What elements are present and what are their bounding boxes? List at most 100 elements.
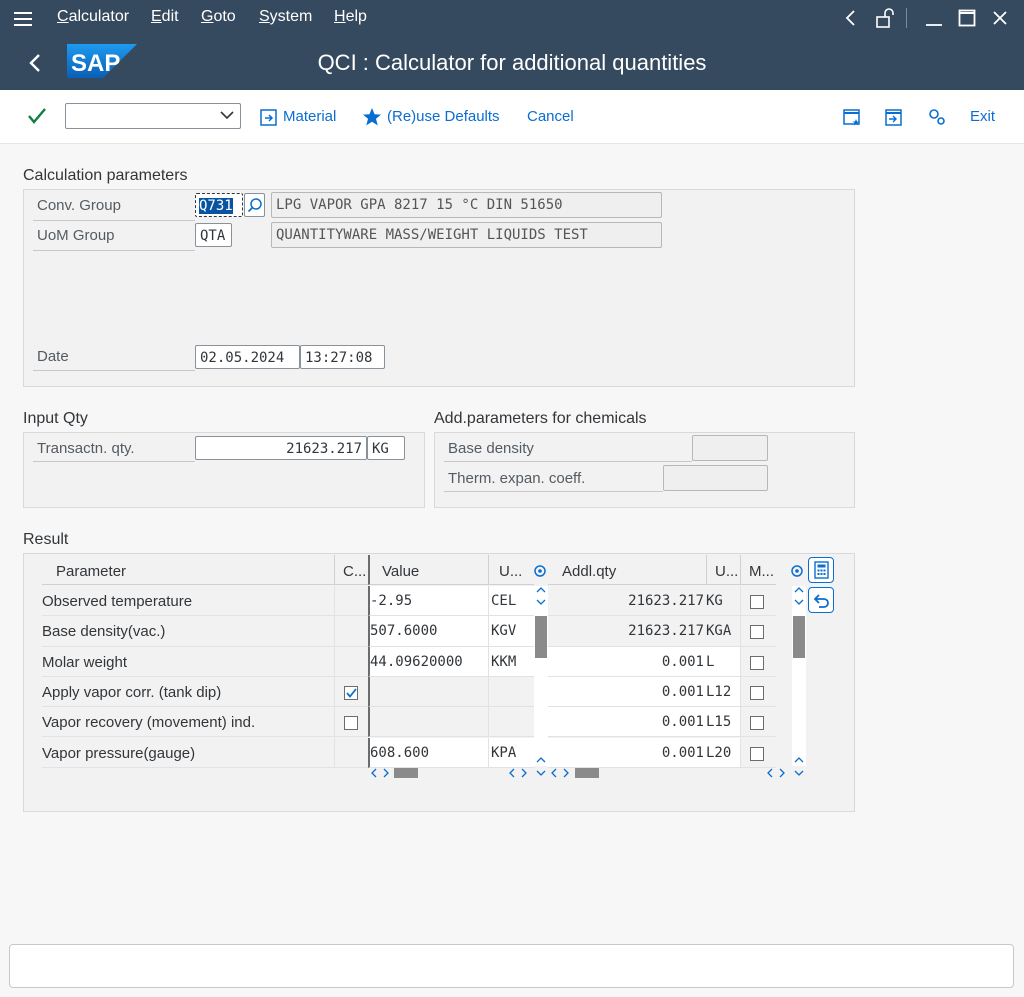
hamburger-menu-icon[interactable] <box>14 8 32 30</box>
value-help-button[interactable] <box>244 193 265 217</box>
date-input[interactable]: 02.05.2024 <box>195 345 300 369</box>
menu-goto[interactable]: Goto <box>201 8 236 26</box>
scroll-left-right-icon[interactable] <box>766 767 788 779</box>
uom-group-label: UoM Group <box>37 227 115 244</box>
time-input[interactable]: 13:27:08 <box>300 345 385 369</box>
value-cell[interactable]: -2.95 <box>368 586 488 617</box>
column-header-unit[interactable]: U... <box>488 555 534 585</box>
calculate-button[interactable] <box>808 557 834 583</box>
new-window-icon[interactable] <box>842 108 862 128</box>
chevron-down-icon[interactable] <box>220 110 234 120</box>
maximize-icon[interactable] <box>957 8 977 28</box>
window-transfer-icon[interactable] <box>884 108 904 128</box>
unit-cell: CEL <box>488 586 534 617</box>
settings-icon[interactable] <box>927 107 947 127</box>
cancel-button[interactable]: Cancel <box>527 108 574 125</box>
value-cell <box>368 676 488 708</box>
chevron-left-icon[interactable] <box>843 9 859 27</box>
table-settings-icon[interactable] <box>789 563 805 579</box>
checkbox[interactable] <box>750 716 764 731</box>
checkbox[interactable] <box>750 625 764 640</box>
column-header-value[interactable]: Value <box>368 555 488 585</box>
column-header-unit[interactable]: U... <box>706 555 740 585</box>
parameter-cell: Molar weight <box>42 646 334 677</box>
unit-cell <box>488 707 534 738</box>
menu-help[interactable]: Help <box>334 8 367 26</box>
value-cell[interactable]: 507.6000 <box>368 616 488 647</box>
scroll-top-icon[interactable] <box>536 754 546 766</box>
page-title: QCI : Calculator for additional quantiti… <box>317 50 707 75</box>
star-icon[interactable] <box>362 107 382 127</box>
checkmark-icon[interactable] <box>27 107 47 125</box>
scroll-bottom-icon[interactable] <box>535 767 547 779</box>
menu-calculator[interactable]: Calculator <box>57 8 129 26</box>
base-density-label: Base density <box>448 440 534 457</box>
checkbox[interactable] <box>750 685 764 700</box>
conv-group-input[interactable]: Q731 <box>195 193 243 217</box>
value-cell[interactable]: 44.09620000 <box>368 646 488 677</box>
therm-expansion-label: Therm. expan. coeff. <box>448 470 586 487</box>
table-settings-icon[interactable] <box>532 563 548 579</box>
column-header-parameter[interactable]: Parameter <box>42 555 334 585</box>
horizontal-scrollbar[interactable] <box>548 766 806 780</box>
command-field[interactable] <box>65 103 241 129</box>
vertical-scrollbar[interactable] <box>534 586 548 766</box>
material-button[interactable]: Material <box>283 108 336 125</box>
material-icon[interactable] <box>259 108 279 128</box>
checkbox[interactable] <box>750 595 764 609</box>
menu-edit[interactable]: Edit <box>151 8 179 26</box>
column-header-addl-qty[interactable]: Addl.qty <box>548 555 706 585</box>
scroll-up-icon[interactable] <box>794 586 804 608</box>
search-icon <box>247 198 262 213</box>
reuse-defaults-button[interactable]: (Re)use Defaults <box>387 108 500 125</box>
scroll-top-icon[interactable] <box>794 754 804 766</box>
table-row: 21623.217 KG <box>548 586 806 617</box>
minimize-icon[interactable] <box>924 8 944 28</box>
table-row: 0.001 L <box>548 646 806 677</box>
scroll-bottom-icon[interactable] <box>793 767 805 779</box>
scrollbar-thumb[interactable] <box>535 616 547 658</box>
undo-button[interactable] <box>808 587 834 613</box>
table-row: 0.001 L12 <box>548 676 806 708</box>
column-header-m[interactable]: M... <box>740 555 776 585</box>
close-icon[interactable] <box>990 8 1010 28</box>
addl-qty-cell: 0.001 <box>548 737 706 768</box>
table-row: Vapor recovery (movement) ind. <box>42 707 548 738</box>
horizontal-scrollbar[interactable] <box>42 766 548 780</box>
checkbox[interactable] <box>750 655 764 670</box>
transaction-qty-label: Transactn. qty. <box>37 440 135 457</box>
value-cell[interactable]: 608.600 <box>368 737 488 768</box>
checkbox[interactable] <box>750 746 764 761</box>
check-cell <box>334 586 368 617</box>
table-row: Vapor pressure(gauge) 608.600 KPA <box>42 737 548 768</box>
additional-quantities-table: Addl.qty U... M... 21623.217 KG 21623.21… <box>548 555 806 780</box>
uom-group-input[interactable]: QTA <box>195 223 232 247</box>
scroll-up-icon[interactable] <box>536 586 546 608</box>
scrollbar-thumb[interactable] <box>793 616 805 658</box>
vertical-scrollbar[interactable] <box>792 586 806 766</box>
parameter-cell: Base density(vac.) <box>42 616 334 647</box>
therm-expansion-input[interactable] <box>663 465 768 491</box>
unit-cell: KGV <box>488 616 534 647</box>
checkbox[interactable] <box>344 716 358 731</box>
transaction-qty-input[interactable]: 21623.217 <box>195 436 367 460</box>
scroll-left-right-icon[interactable] <box>370 767 392 779</box>
scrollbar-thumb[interactable] <box>394 768 418 778</box>
scroll-left-right-icon[interactable] <box>508 767 530 779</box>
exit-button[interactable]: Exit <box>970 108 995 125</box>
transaction-unit-input[interactable]: KG <box>367 436 405 460</box>
scrollbar-thumb[interactable] <box>575 768 599 778</box>
unlock-icon[interactable] <box>874 7 896 29</box>
label-underline <box>444 461 692 462</box>
unit-cell: KPA <box>488 737 534 768</box>
result-title: Result <box>23 531 69 548</box>
status-bar <box>9 944 1014 988</box>
scroll-left-right-icon[interactable] <box>550 767 572 779</box>
menu-system[interactable]: System <box>259 8 312 26</box>
checkbox-checked[interactable] <box>344 685 358 700</box>
label-underline <box>33 250 195 251</box>
base-density-input[interactable] <box>692 435 768 461</box>
column-header-c[interactable]: C... <box>334 555 368 585</box>
addl-unit-cell: L20 <box>706 737 740 768</box>
addl-qty-cell: 21623.217 <box>548 586 706 617</box>
